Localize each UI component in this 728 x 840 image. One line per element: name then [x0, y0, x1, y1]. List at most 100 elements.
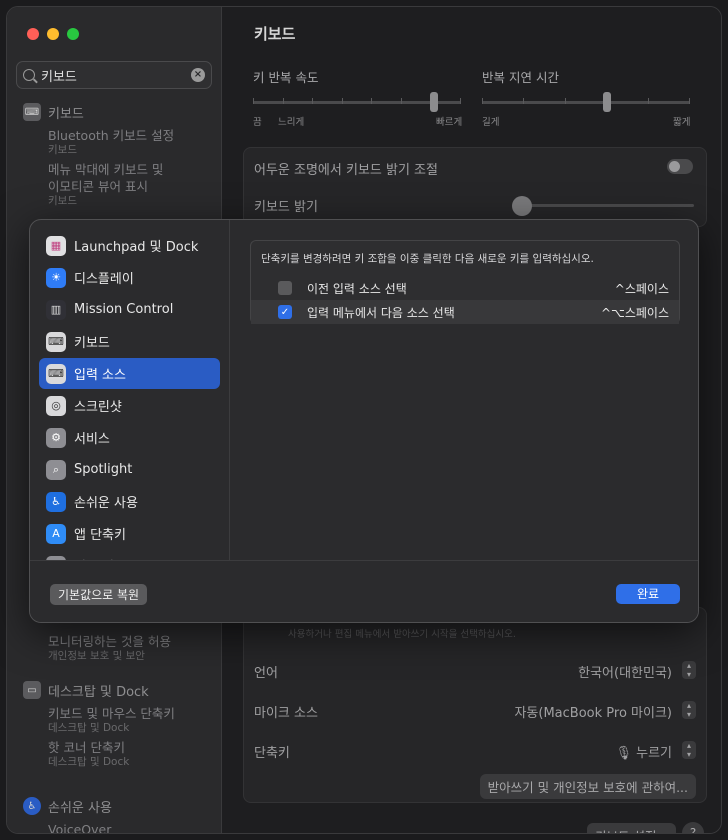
- search-result-title: Bluetooth 키보드 설정: [48, 128, 175, 143]
- category-item[interactable]: ◎ 스크린샷: [39, 390, 220, 421]
- search-icon: [23, 69, 35, 81]
- repeat-delay-label: 반복 지연 시간: [482, 70, 559, 85]
- language-label: 언어: [254, 666, 278, 681]
- repeat-rate-label: 키 반복 속도: [253, 70, 319, 85]
- shortcut-hint: 단축키를 변경하려면 키 조합을 이중 클릭한 다음 새로운 키를 입력하십시오…: [261, 253, 594, 265]
- search-result-title: 핫 코너 단축키: [48, 740, 125, 755]
- search-result-subtitle: 개인정보 보호 및 보안: [48, 650, 145, 662]
- category-label: 키보드: [74, 336, 110, 351]
- repeat-delay-thumb[interactable]: [602, 92, 611, 112]
- search-result[interactable]: Bluetooth 키보드 설정 키보드: [7, 123, 222, 157]
- minimize-button[interactable]: [47, 28, 59, 40]
- repeat-rate-min: 끔: [253, 117, 262, 128]
- shortcut-row[interactable]: 이전 입력 소스 선택 ^스페이스: [251, 276, 679, 300]
- shortcut-checkbox[interactable]: [278, 281, 292, 295]
- app-shortcuts-icon: A: [46, 523, 66, 544]
- shortcut-keys[interactable]: ^스페이스: [615, 280, 679, 297]
- keyboard-shortcuts-sheet: ▦ Launchpad 및 Dock ☀ 디스플레이 ▥ Mission Control ⌨…: [29, 219, 699, 623]
- search-result-subtitle: 키보드: [48, 144, 77, 156]
- sheet-footer: 기본값으로 복원 완료: [30, 560, 698, 622]
- shortcut-value[interactable]: 🎙 누르기: [615, 742, 672, 761]
- microphone-icon: 🎙: [615, 746, 637, 761]
- search-result-title: 모니터링하는 것을 허용: [48, 634, 171, 649]
- page-title: 키보드: [254, 25, 296, 43]
- search-input[interactable]: 키보드: [41, 66, 191, 85]
- sidebar-section-accessibility: ♿ 손쉬운 사용 VoiceOver: [7, 795, 222, 833]
- mic-source-value[interactable]: 자동(MacBook Pro 마이크): [514, 702, 672, 721]
- shortcut-checkbox[interactable]: ✓: [278, 305, 292, 319]
- backlight-card: 어두운 조명에서 키보드 밝기 조절 키보드 밝기: [243, 147, 707, 227]
- sidebar-section-privacy: 모니터링하는 것을 허용 개인정보 보호 및 보안: [7, 629, 222, 663]
- repeat-rate-slow: 느리게: [278, 117, 305, 128]
- sidebar-item-label: 데스크탑 및 Dock: [48, 684, 149, 700]
- launchpad-icon: ▦: [46, 235, 66, 256]
- search-result[interactable]: 핫 코너 단축키 데스크탑 및 Dock: [7, 735, 222, 769]
- sidebar-item-label: 손쉬운 사용: [48, 800, 112, 816]
- shortcut-list: 단축키를 변경하려면 키 조합을 이중 클릭한 다음 새로운 키를 입력하십시오…: [250, 240, 680, 324]
- screenshot-icon: ◎: [46, 395, 66, 416]
- backlight-auto-label: 어두운 조명에서 키보드 밝기 조절: [254, 163, 438, 178]
- category-item[interactable]: ⌕ Spotlight: [39, 454, 220, 485]
- restore-defaults-button[interactable]: 기본값으로 복원: [50, 584, 148, 605]
- repeat-rate-max: 빠르게: [436, 117, 463, 128]
- backlight-label: 키보드 밝기: [254, 200, 318, 215]
- search-result-subtitle: 데스크탑 및 Dock: [48, 756, 130, 768]
- category-item[interactable]: ▦ Launchpad 및 Dock: [39, 230, 220, 261]
- shortcut-label: 이전 입력 소스 선택: [307, 281, 407, 296]
- sidebar-item-accessibility[interactable]: ♿ 손쉬운 사용: [7, 795, 222, 817]
- search-field[interactable]: 키보드 ×: [16, 61, 212, 89]
- keyboard-settings-button[interactable]: 키보드 설정...: [587, 823, 677, 833]
- search-result-subtitle: 데스크탑 및 Dock: [48, 722, 130, 734]
- sidebar-item-label: 키보드: [48, 106, 84, 122]
- category-label: 서비스: [74, 432, 110, 447]
- keyboard-icon: ⌨: [23, 103, 41, 121]
- search-result-title: 키보드 및 마우스 단축키: [48, 706, 175, 721]
- search-result[interactable]: 메뉴 막대에 키보드 및 이모티콘 뷰어 표시 키보드: [7, 157, 177, 208]
- category-item[interactable]: ⚙ 서비스: [39, 422, 220, 453]
- category-label: 입력 소스: [74, 368, 126, 383]
- zoom-button[interactable]: [67, 28, 79, 40]
- language-stepper[interactable]: ▴ ▾: [682, 661, 696, 679]
- shortcut-row[interactable]: ✓ 입력 메뉴에서 다음 소스 선택 ^⌥스페이스: [251, 300, 679, 324]
- category-item[interactable]: ⌨ 입력 소스: [39, 358, 220, 389]
- dictation-card: 사용하거나 편집 메뉴에서 받아쓰기 시작을 선택하십시오. 언어 한국어(대한…: [243, 607, 707, 803]
- search-result[interactable]: 키보드 및 마우스 단축키 데스크탑 및 Dock: [7, 701, 222, 735]
- search-result-subtitle: 키보드: [48, 195, 77, 207]
- category-item[interactable]: ☀ 디스플레이: [39, 262, 220, 293]
- search-result[interactable]: 모니터링하는 것을 허용 개인정보 보호 및 보안: [7, 629, 222, 663]
- mic-source-stepper[interactable]: ▴ ▾: [682, 701, 696, 719]
- done-button[interactable]: 완료: [616, 584, 680, 604]
- backlight-slider[interactable]: [516, 204, 694, 207]
- clear-search-icon[interactable]: ×: [191, 68, 205, 82]
- mission-control-icon: ▥: [46, 299, 66, 320]
- language-value[interactable]: 한국어(대한민국): [578, 662, 672, 681]
- search-result-title: 메뉴 막대에 키보드 및 이모티콘 뷰어 표시: [48, 162, 164, 194]
- category-item[interactable]: ⌨ 키보드: [39, 326, 220, 357]
- search-result[interactable]: VoiceOver: [7, 817, 222, 833]
- help-button[interactable]: ?: [682, 822, 704, 833]
- display-icon: ☀: [46, 267, 66, 288]
- dictation-privacy-button[interactable]: 받아쓰기 및 개인정보 보호에 관하여...: [479, 774, 696, 799]
- category-label: Launchpad 및 Dock: [74, 240, 199, 255]
- category-item[interactable]: ▥ Mission Control: [39, 294, 220, 325]
- backlight-thumb[interactable]: [512, 196, 532, 216]
- shortcut-keys[interactable]: ^⌥스페이스: [601, 304, 679, 321]
- shortcut-value-text: 누르기: [636, 746, 672, 761]
- spotlight-icon: ⌕: [46, 459, 66, 480]
- category-item[interactable]: A 앱 단축키: [39, 518, 220, 549]
- repeat-rate-thumb[interactable]: [429, 92, 438, 112]
- sidebar-section-keyboard: ⌨ 키보드 Bluetooth 키보드 설정 키보드 메뉴 막대에 키보드 및 …: [7, 101, 222, 208]
- dictation-note: 사용하거나 편집 메뉴에서 받아쓰기 시작을 선택하십시오.: [288, 629, 516, 640]
- shortcut-stepper[interactable]: ▴ ▾: [682, 741, 696, 759]
- close-button[interactable]: [27, 28, 39, 40]
- shortcut-label: 입력 메뉴에서 다음 소스 선택: [307, 305, 455, 320]
- sidebar-item-desktop-dock[interactable]: ▭ 데스크탑 및 Dock: [7, 679, 222, 701]
- category-label: 디스플레이: [74, 272, 134, 287]
- backlight-auto-toggle[interactable]: [667, 159, 693, 174]
- sidebar-item-keyboard[interactable]: ⌨ 키보드: [7, 101, 222, 123]
- category-label: 앱 단축키: [74, 528, 126, 543]
- dock-icon: ▭: [23, 681, 41, 699]
- category-item[interactable]: ♿ 손쉬운 사용: [39, 486, 220, 517]
- accessibility-icon: ♿: [46, 491, 66, 512]
- category-label: Spotlight: [74, 462, 133, 477]
